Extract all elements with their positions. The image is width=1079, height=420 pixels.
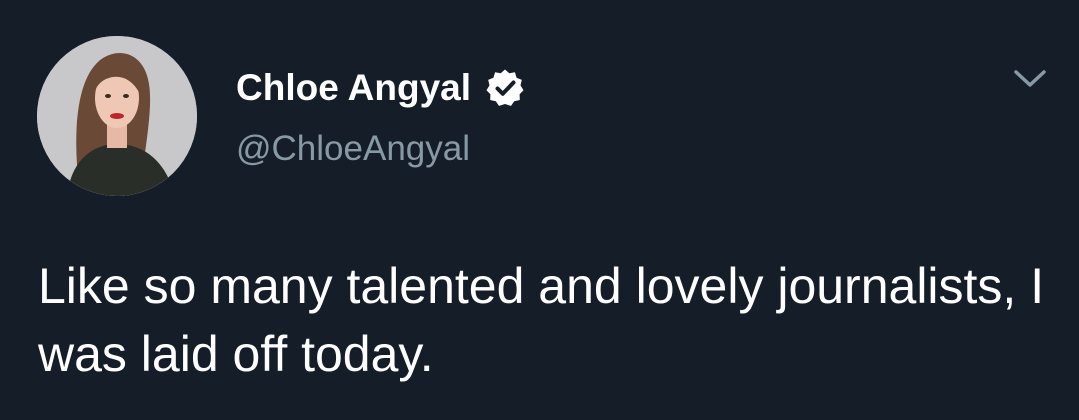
verified-badge-icon	[485, 68, 525, 108]
avatar[interactable]	[37, 36, 197, 196]
author-name-row: Chloe Angyal	[236, 64, 525, 112]
tweet-card: Chloe Angyal @ChloeAngyal Like so many t…	[0, 0, 1079, 420]
tweet-text: Like so many talented and lovely journal…	[38, 258, 1045, 382]
user-handle[interactable]: @ChloeAngyal	[236, 126, 470, 172]
avatar-photo	[37, 36, 197, 196]
display-name[interactable]: Chloe Angyal	[236, 64, 471, 112]
chevron-down-icon[interactable]	[1010, 64, 1050, 92]
